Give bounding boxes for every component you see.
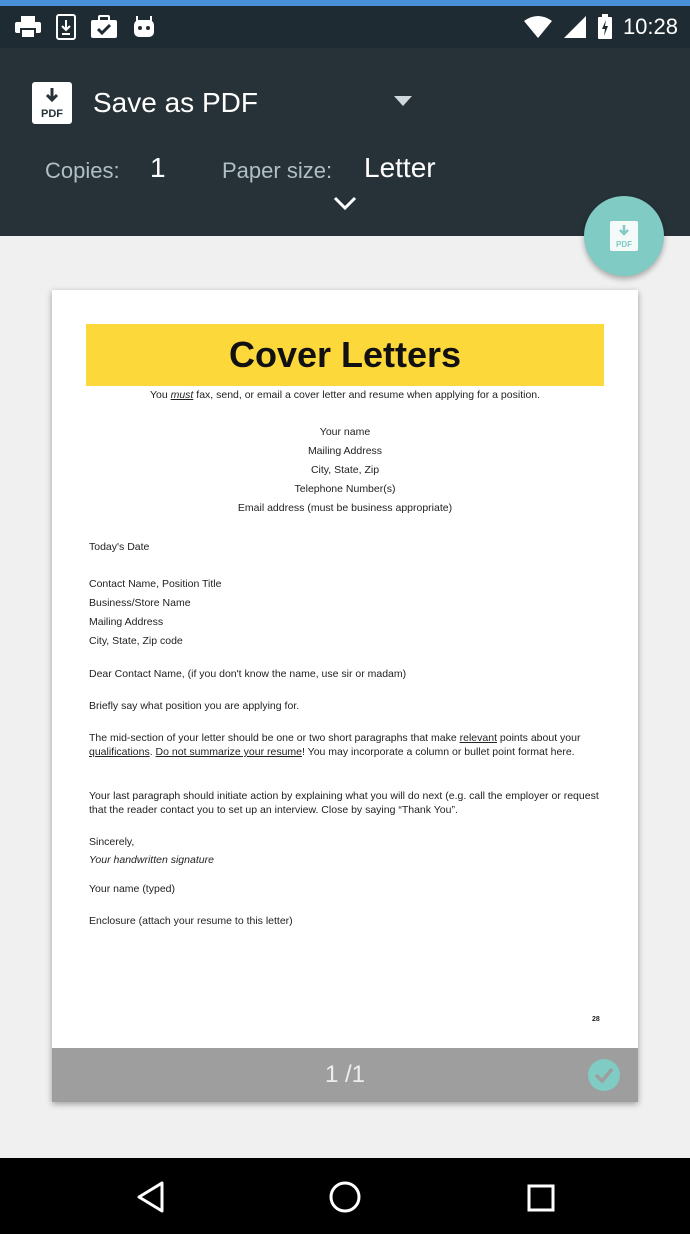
recent-apps-icon[interactable] — [527, 1184, 555, 1212]
wifi-icon — [523, 16, 552, 38]
page-footer: 1 /1 — [52, 1048, 638, 1102]
recipient-line: Mailing Address — [89, 616, 164, 628]
destination-label: Save as PDF — [93, 87, 258, 118]
address-line: Your name — [319, 426, 371, 438]
paper-size-label: Paper size: — [222, 158, 333, 183]
document-title: Cover Letters — [86, 324, 604, 386]
signal-icon — [563, 16, 586, 38]
recipient-line: City, State, Zip code — [89, 635, 183, 647]
svg-text:PDF: PDF — [616, 240, 632, 249]
status-bar: 10:28 — [0, 6, 690, 48]
signature-line: Your handwritten signature — [89, 854, 214, 866]
save-pdf-button[interactable]: PDF — [584, 196, 664, 276]
destination-selector[interactable]: PDF Save as PDF — [0, 78, 430, 128]
typed-name-line: Your name (typed) — [89, 883, 175, 895]
home-icon[interactable] — [328, 1180, 362, 1214]
address-line: Email address (must be business appropri… — [237, 502, 453, 514]
pdf-download-icon: PDF — [610, 221, 638, 251]
download-icon — [56, 14, 76, 40]
address-line: Mailing Address — [307, 445, 383, 457]
address-line: Telephone Number(s) — [294, 483, 396, 495]
recipient-line: Business/Store Name — [89, 597, 191, 609]
navigation-bar — [0, 1158, 690, 1234]
page-selected-check-icon[interactable] — [587, 1058, 621, 1092]
enclosure-line: Enclosure (attach your resume to this le… — [89, 915, 293, 927]
salutation: Dear Contact Name, (if you don't know th… — [89, 668, 407, 680]
paper-size-select[interactable]: Letter — [364, 152, 436, 184]
pdf-file-icon: PDF — [32, 82, 72, 124]
paragraph-3: Your last paragraph should initiate acti… — [89, 790, 599, 816]
paragraph-1: Briefly say what position you are applyi… — [89, 700, 300, 712]
address-line: City, State, Zip — [310, 464, 380, 476]
date-line: Today's Date — [89, 541, 150, 553]
android-icon — [134, 16, 154, 37]
dropdown-arrow-icon — [394, 96, 412, 106]
page-preview[interactable]: Cover Letters You must fax, send, or ema… — [52, 290, 638, 1102]
page-marker: 28 — [592, 1016, 600, 1023]
expand-options-chevron-icon[interactable] — [333, 196, 357, 210]
clock: 10:28 — [622, 14, 678, 39]
copies-input[interactable]: 1 — [150, 152, 166, 184]
closing: Sincerely, — [89, 836, 135, 848]
paragraph-2: The mid-section of your letter should be… — [89, 732, 581, 758]
battery-icon — [597, 14, 612, 39]
document-content: Cover Letters You must fax, send, or ema… — [52, 290, 638, 1048]
intro-line: You must fax, send, or email a cover let… — [149, 389, 541, 401]
back-icon[interactable] — [136, 1180, 166, 1214]
recipient-line: Contact Name, Position Title — [89, 578, 222, 590]
print-options-header: PDF Save as PDF Copies: 1 Paper size: Le… — [0, 48, 690, 236]
briefcase-icon — [91, 15, 117, 38]
page-indicator: 1 /1 — [324, 1061, 366, 1088]
print-icon — [15, 16, 41, 39]
svg-text:PDF: PDF — [41, 108, 63, 120]
copies-label: Copies: — [45, 158, 120, 183]
